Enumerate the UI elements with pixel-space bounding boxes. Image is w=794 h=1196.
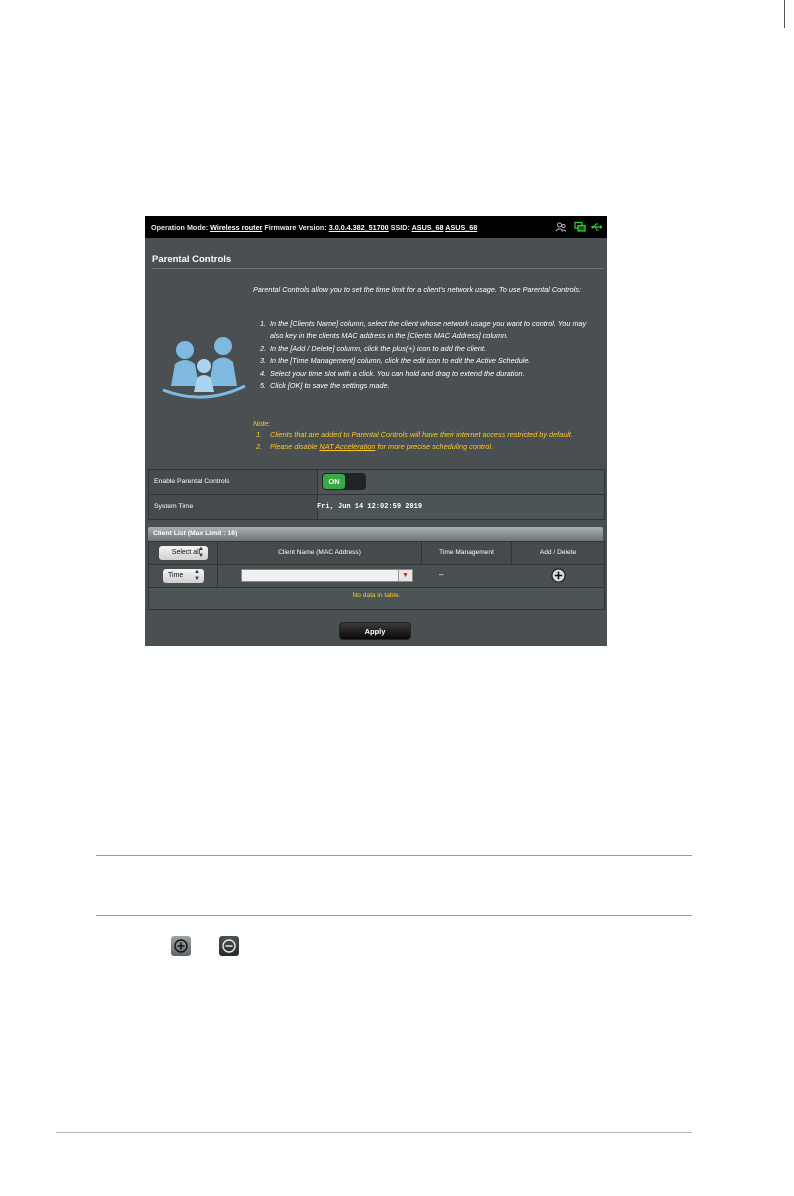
list-item: 2. Please disable NAT Acceleration for mo…	[256, 442, 494, 452]
time-management-value: –	[439, 570, 444, 579]
instruction-steps: 1. In the [Clients Name] column, select t…	[260, 318, 595, 392]
clients-icon[interactable]	[555, 221, 567, 233]
note-rule-bottom	[96, 915, 692, 916]
list-item: 1. In the [Clients Name] column, select t…	[260, 319, 587, 341]
usb-icon[interactable]	[591, 221, 603, 233]
client-table: Select all ▲ ▼ Client Name (MAC Address) …	[148, 541, 605, 610]
time-type-dropdown[interactable]: Time ▲ ▼	[163, 569, 204, 583]
title-divider	[152, 268, 604, 269]
list-item: 4. Select your time slot with a click. Yo…	[260, 368, 525, 378]
add-icon[interactable]	[551, 568, 566, 583]
updown-arrow-icon: ▲ ▼	[198, 546, 204, 559]
ssid-link-2[interactable]: ASUS_68	[445, 223, 477, 232]
select-all-header: Select all ▲ ▼	[149, 542, 218, 564]
delete-icon-sample	[219, 936, 239, 956]
select-all-dropdown[interactable]: Select all ▲ ▼	[159, 546, 208, 560]
system-time-value: Fri, Jun 14 12:02:59 2019	[317, 503, 423, 511]
time-management-header: Time Management	[422, 542, 512, 564]
client-name-input[interactable]: ▼	[241, 569, 413, 582]
operation-mode-link[interactable]: Wireless router	[210, 223, 262, 232]
client-list-header: Client List (Max Limit : 16)	[148, 527, 603, 541]
delete-icon	[222, 939, 236, 953]
enable-parental-controls-row: Enable Parental Controls ON	[148, 469, 605, 495]
operation-mode-label: Operation Mode:	[151, 223, 209, 232]
ssid-link-1[interactable]: ASUS_68	[412, 223, 444, 232]
toggle-on-label: ON	[323, 474, 345, 489]
list-item: 1. Clients that are added to Parental Con…	[256, 430, 573, 439]
note-title: Note:	[253, 419, 271, 428]
client-name-header: Client Name (MAC Address)	[218, 542, 422, 564]
page-title: Parental Controls	[152, 254, 232, 265]
firmware-link[interactable]: 3.0.0.4.382_51700	[329, 223, 389, 232]
add-delete-header: Add / Delete	[512, 542, 604, 564]
add-icon-sample	[171, 936, 191, 956]
system-time-row: System Time Fri, Jun 14 12:02:59 2019	[148, 494, 605, 520]
enable-label: Enable Parental Controls	[154, 478, 230, 485]
dropdown-arrow-icon[interactable]: ▼	[398, 570, 412, 581]
firmware-label: Firmware Version:	[264, 223, 327, 232]
ssid-label: SSID:	[390, 223, 410, 232]
list-item: 5. Click [OK] to save the settings made.	[260, 381, 390, 391]
system-time-label: System Time	[154, 503, 194, 510]
router-screenshot: Operation Mode: Wireless router Firmware…	[145, 216, 607, 646]
enable-toggle[interactable]: ON	[322, 473, 366, 490]
add-icon	[174, 939, 188, 953]
no-data-message: No data in table.	[352, 592, 401, 599]
footer-rule	[56, 1132, 692, 1133]
status-bar: Operation Mode: Wireless router Firmware…	[145, 216, 607, 238]
family-icon	[162, 337, 246, 399]
table-row: Time ▲ ▼ ▼ –	[149, 564, 604, 588]
intro-text: Parental Controls allow you to set the t…	[253, 285, 582, 294]
apply-button[interactable]: Apply	[339, 622, 411, 640]
note-list: 1. Clients that are added to Parental Con…	[253, 429, 593, 454]
updown-arrow-icon: ▲ ▼	[194, 569, 200, 582]
list-item: 3. In the [Time Management] column, click…	[260, 356, 531, 366]
nat-acceleration-link[interactable]: NAT Acceleration	[320, 442, 376, 451]
page-corner-mark	[784, 0, 785, 28]
list-item: 2. In the [Add / Delete] column, click th…	[260, 343, 486, 353]
note-rule-top	[96, 855, 692, 856]
router-icon[interactable]	[574, 221, 586, 233]
